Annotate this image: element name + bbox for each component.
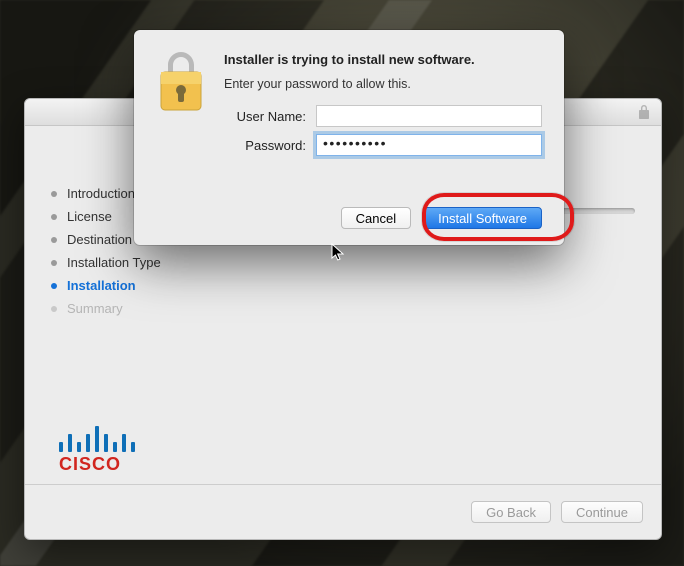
cisco-logo-text: CISCO	[59, 454, 135, 475]
step-label: License	[67, 209, 112, 224]
sidebar-step-installation-type: Installation Type	[51, 255, 195, 270]
username-label: User Name:	[224, 109, 306, 124]
continue-button: Continue	[561, 501, 643, 523]
cancel-button[interactable]: Cancel	[341, 207, 411, 229]
step-label: Installation Type	[67, 255, 161, 270]
sidebar-step-summary: Summary	[51, 301, 195, 316]
step-label: Installation	[67, 278, 136, 293]
install-software-button[interactable]: Install Software	[423, 207, 542, 229]
go-back-button: Go Back	[471, 501, 551, 523]
step-label: Introduction	[67, 186, 135, 201]
lock-icon	[637, 103, 651, 129]
cisco-logo: CISCO	[59, 424, 135, 475]
desktop-background: Introduction License Destination Select …	[0, 0, 684, 566]
sidebar-step-installation: Installation	[51, 278, 195, 293]
cisco-logo-bars-icon	[59, 424, 135, 452]
username-input[interactable]	[316, 105, 542, 127]
password-input[interactable]: ••••••••••	[316, 134, 542, 156]
auth-subtitle: Enter your password to allow this.	[224, 77, 542, 91]
password-label: Password:	[224, 138, 306, 153]
step-label: Summary	[67, 301, 123, 316]
lock-icon	[154, 48, 208, 114]
authentication-dialog: Installer is trying to install new softw…	[134, 30, 564, 245]
installer-bottom-bar: Go Back Continue	[25, 484, 661, 539]
auth-title: Installer is trying to install new softw…	[224, 52, 542, 67]
